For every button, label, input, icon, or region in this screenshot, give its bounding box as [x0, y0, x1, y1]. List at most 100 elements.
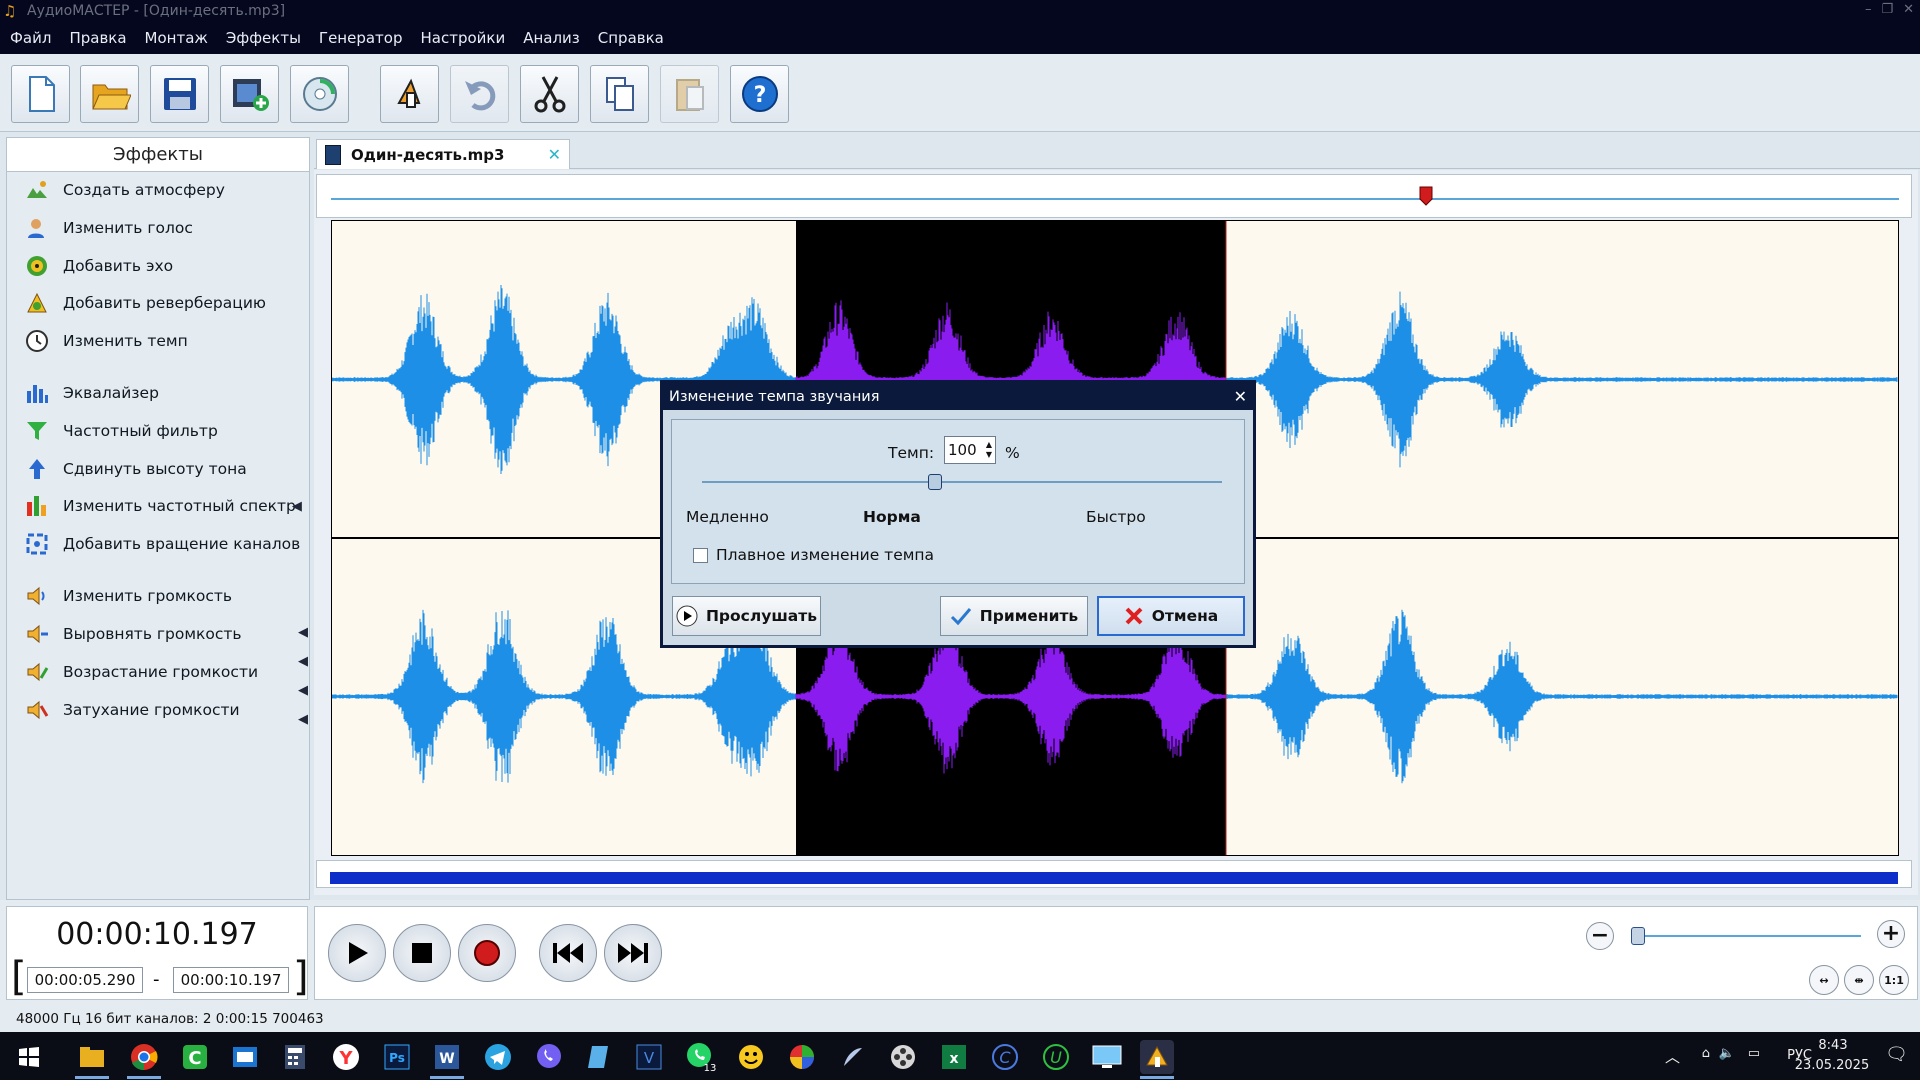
notification-icon[interactable]: 🗨	[1885, 1044, 1908, 1065]
effect-channel-rotation[interactable]: Добавить вращение каналов	[23, 530, 300, 558]
fit-width-icon[interactable]: ↔	[1809, 965, 1839, 995]
close-icon[interactable]: ✕	[1903, 2, 1914, 17]
menu-analysis[interactable]: Анализ	[523, 29, 580, 47]
paste-button[interactable]	[660, 65, 719, 123]
tempo-slider-thumb[interactable]	[928, 474, 942, 490]
chevron-up-icon[interactable]: ︿	[1665, 1046, 1680, 1067]
zoom-in-icon[interactable]: +	[1877, 920, 1905, 948]
smooth-tempo-label[interactable]: Плавное изменение темпа	[716, 546, 934, 564]
add-video-button[interactable]	[220, 65, 279, 123]
play-button[interactable]	[328, 924, 386, 982]
effect-change-tempo[interactable]: Изменить темп	[23, 327, 188, 355]
zoom-out-icon[interactable]: −	[1586, 922, 1614, 950]
menu-montage[interactable]: Монтаж	[145, 29, 208, 47]
tablet-app-icon[interactable]	[582, 1040, 616, 1074]
chrome-icon[interactable]	[127, 1040, 161, 1074]
tempo-slider-track[interactable]	[702, 481, 1222, 483]
menu-file[interactable]: Файл	[10, 29, 51, 47]
calculator-icon[interactable]	[278, 1040, 312, 1074]
restore-icon[interactable]: ❐	[1881, 2, 1893, 17]
excel-icon[interactable]: x	[937, 1040, 971, 1074]
whatsapp-icon[interactable]: 13	[684, 1040, 718, 1074]
voice-record-button[interactable]	[380, 65, 439, 123]
cut-button[interactable]	[520, 65, 579, 123]
effect-add-echo[interactable]: Добавить эхо	[23, 252, 173, 280]
menu-settings[interactable]: Настройки	[420, 29, 505, 47]
c-app-icon[interactable]: C	[988, 1040, 1022, 1074]
collapse-arrow-icon[interactable]: ◀	[292, 499, 302, 514]
effect-add-reverb[interactable]: Добавить реверберацию	[23, 289, 266, 317]
smooth-tempo-checkbox[interactable]	[693, 548, 708, 563]
yandex-browser-icon[interactable]: Y	[329, 1040, 363, 1074]
audiomaster-taskbar-icon[interactable]	[1140, 1040, 1174, 1074]
collapse-arrow-icon[interactable]: ◀	[298, 712, 315, 727]
help-button[interactable]: ?	[730, 65, 789, 123]
effect-create-atmosphere[interactable]: Создать атмосферу	[23, 176, 225, 204]
playhead-marker-icon[interactable]	[1419, 186, 1433, 206]
horizontal-scrollbar[interactable]	[316, 860, 1912, 888]
listen-button[interactable]: Прослушать	[672, 596, 821, 636]
selection-start-field[interactable]: 00:00:05.290	[27, 967, 143, 993]
zoom-1to1-icon[interactable]: 1:1	[1879, 965, 1909, 995]
skip-back-button[interactable]	[539, 924, 597, 982]
close-tab-icon[interactable]: ✕	[548, 145, 561, 164]
fit-selection-icon[interactable]: ⇹	[1844, 965, 1874, 995]
speaker-icon[interactable]: 🔈	[1719, 1046, 1735, 1061]
film-reel-icon[interactable]	[886, 1040, 920, 1074]
menu-help[interactable]: Справка	[598, 29, 664, 47]
zoom-slider-track[interactable]	[1639, 935, 1861, 937]
open-button[interactable]	[80, 65, 139, 123]
feather-app-icon[interactable]	[836, 1040, 870, 1074]
record-button[interactable]	[458, 924, 516, 982]
clock-date[interactable]: 23.05.2025	[1792, 1058, 1872, 1073]
minimize-icon[interactable]: –	[1865, 2, 1872, 17]
apply-button[interactable]: Применить	[940, 596, 1088, 636]
effect-frequency-spectrum[interactable]: Изменить частотный спектр ◀	[23, 492, 302, 520]
tempo-value[interactable]: 100	[948, 441, 977, 459]
effect-fade-in[interactable]: Возрастание громкости	[23, 658, 258, 686]
outlook-icon[interactable]	[228, 1040, 262, 1074]
effect-equalizer[interactable]: Эквалайзер	[23, 379, 159, 407]
collapse-arrow-icon[interactable]: ◀	[298, 625, 315, 640]
effect-change-voice[interactable]: Изменить голос	[23, 214, 193, 242]
effect-normalize-volume[interactable]: Выровнять громкость	[23, 620, 242, 648]
desktop-app-icon[interactable]	[1090, 1040, 1124, 1074]
selection-end-field[interactable]: 00:00:10.197	[173, 967, 289, 993]
copy-button[interactable]	[590, 65, 649, 123]
word-icon[interactable]: W	[430, 1040, 464, 1074]
network-icon[interactable]: ▭	[1748, 1046, 1760, 1061]
menu-effects[interactable]: Эффекты	[226, 29, 301, 47]
effect-fade-out[interactable]: Затухание громкости	[23, 696, 240, 724]
telegram-icon[interactable]	[481, 1040, 515, 1074]
tempo-spinbox[interactable]: 100 ▲ ▼	[944, 436, 996, 464]
timeline-ruler[interactable]	[316, 174, 1912, 218]
file-explorer-icon[interactable]	[75, 1040, 109, 1074]
photoshop-icon[interactable]: Ps	[380, 1040, 414, 1074]
vector-app-icon[interactable]: V	[632, 1040, 666, 1074]
zoom-slider-thumb[interactable]	[1631, 927, 1645, 945]
skip-forward-button[interactable]	[604, 924, 662, 982]
corel-icon[interactable]: C	[178, 1040, 212, 1074]
u-app-icon[interactable]: U	[1039, 1040, 1073, 1074]
new-file-button[interactable]	[11, 65, 70, 123]
menu-generator[interactable]: Генератор	[319, 29, 403, 47]
effect-pitch-shift[interactable]: Сдвинуть высоту тона	[23, 455, 247, 483]
windows-start-icon[interactable]	[12, 1040, 46, 1074]
scrollbar-thumb[interactable]	[330, 872, 1898, 884]
stop-button[interactable]	[393, 924, 451, 982]
undo-button[interactable]	[450, 65, 509, 123]
clock-time[interactable]: 8:43	[1808, 1038, 1858, 1053]
collapse-arrow-icon[interactable]: ◀	[298, 654, 315, 669]
cd-extract-button[interactable]	[290, 65, 349, 123]
save-button[interactable]	[150, 65, 209, 123]
color-wheel-icon[interactable]	[785, 1040, 819, 1074]
menu-edit[interactable]: Правка	[69, 29, 126, 47]
tab-file[interactable]: Один-десять.mp3 ✕	[316, 139, 570, 169]
collapse-arrow-icon[interactable]: ◀	[298, 683, 315, 698]
smiley-app-icon[interactable]	[734, 1040, 768, 1074]
usb-icon[interactable]: ⌂	[1702, 1046, 1710, 1061]
cancel-button[interactable]: Отмена	[1097, 596, 1245, 636]
effect-change-volume[interactable]: Изменить громкость	[23, 582, 232, 610]
effect-frequency-filter[interactable]: Частотный фильтр	[23, 417, 218, 445]
spin-arrows-icon[interactable]: ▲ ▼	[986, 440, 992, 460]
